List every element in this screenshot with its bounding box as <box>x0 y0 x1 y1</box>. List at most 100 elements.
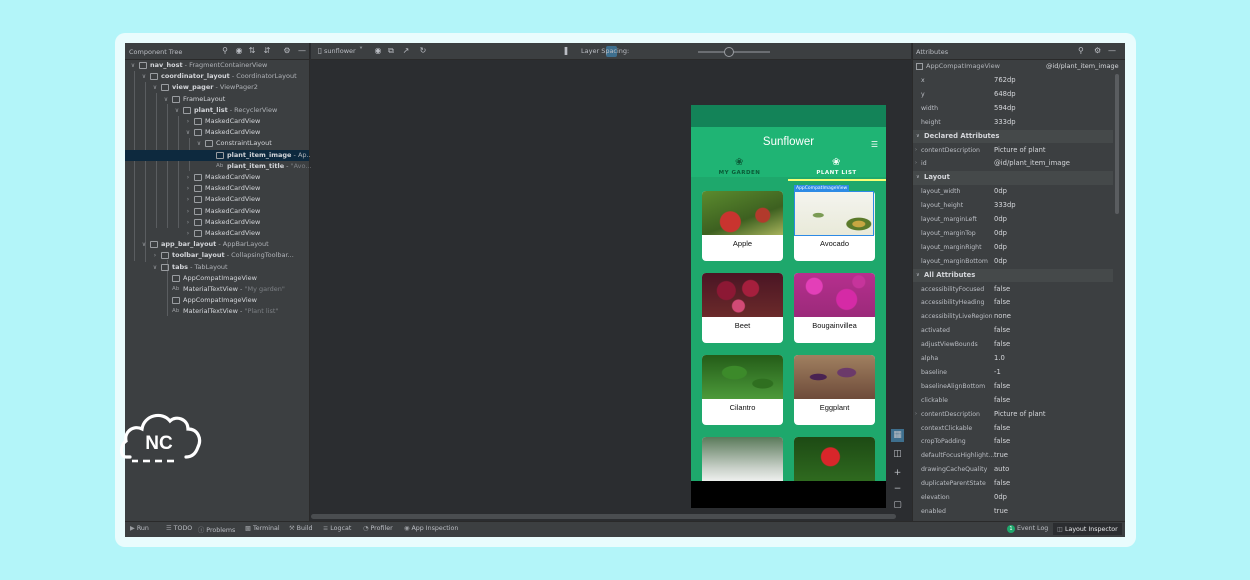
chevron-right-icon[interactable]: › <box>184 116 192 127</box>
expand-all-icon[interactable]: ⇅ <box>247 46 257 56</box>
attribute-row[interactable]: activated false <box>913 324 1113 338</box>
attribute-value[interactable]: false <box>994 324 1010 338</box>
attribute-row[interactable]: alpha 1.0 <box>913 352 1113 366</box>
attribute-value[interactable]: 0dp <box>994 491 1007 505</box>
chevron-down-icon[interactable]: ∨ <box>162 94 170 105</box>
chevron-down-icon[interactable]: ∨ <box>151 82 159 93</box>
attribute-row[interactable]: accessibilityLiveRegion none <box>913 310 1113 324</box>
tree-node[interactable]: › MaskedCardView <box>125 116 309 127</box>
attribute-row[interactable]: x 762dp <box>913 74 1113 88</box>
logcat-tab[interactable]: ≡ Logcat <box>323 525 351 532</box>
tree-node[interactable]: ∨ ConstraintLayout <box>125 138 309 149</box>
attribute-value[interactable]: none <box>994 310 1011 324</box>
tree-node[interactable]: › MaskedCardView <box>125 217 309 228</box>
attribute-value[interactable]: 1.0 <box>994 352 1005 366</box>
chevron-down-icon[interactable]: ˅ <box>356 46 366 56</box>
export-icon[interactable]: ↗ <box>401 46 411 56</box>
attribute-row[interactable]: › contentDescription Picture of plant <box>913 144 1113 158</box>
build-tab[interactable]: ⚒ Build <box>289 525 312 532</box>
tree-node[interactable]: ∨ app_bar_layout - AppBarLayout <box>125 239 309 250</box>
attribute-row[interactable]: height 333dp <box>913 116 1113 130</box>
run-tab[interactable]: ▶ Run <box>130 525 149 532</box>
chevron-down-icon[interactable]: ∨ <box>129 60 137 71</box>
attribute-row[interactable]: clickable false <box>913 394 1113 408</box>
attribute-value[interactable]: Picture of plant <box>994 144 1046 158</box>
attribute-value[interactable]: false <box>994 338 1010 352</box>
gear-icon[interactable]: ⚙ <box>282 46 292 56</box>
tree-node[interactable]: › MaskedCardView <box>125 183 309 194</box>
3d-view-icon[interactable]: ◫ <box>891 448 904 461</box>
layer-spacing-slider[interactable] <box>698 51 770 53</box>
chevron-right-icon[interactable]: › <box>915 144 917 158</box>
tree-node[interactable]: ∨ coordinator_layout - CoordinatorLayout <box>125 71 309 82</box>
terminal-tab[interactable]: ▩ Terminal <box>245 525 280 532</box>
problems-tab[interactable]: ⓘ Problems <box>198 525 235 534</box>
chevron-down-icon[interactable]: ∨ <box>916 171 920 185</box>
attribute-value[interactable]: 333dp <box>994 116 1016 130</box>
search-icon[interactable]: ⚲ <box>1078 46 1084 55</box>
chevron-right-icon[interactable]: › <box>151 250 159 261</box>
attribute-value[interactable]: 0dp <box>994 255 1007 269</box>
chevron-down-icon[interactable]: ∨ <box>195 138 203 149</box>
chevron-right-icon[interactable]: › <box>184 206 192 217</box>
todo-tab[interactable]: ☰ TODO <box>166 525 192 532</box>
attribute-value[interactable]: 0dp <box>994 185 1007 199</box>
pause-icon[interactable]: ❚ <box>561 46 571 56</box>
attribute-row[interactable]: layout_marginBottom 0dp <box>913 255 1113 269</box>
attribute-row[interactable]: y 648dp <box>913 88 1113 102</box>
eye-icon[interactable]: ◉ <box>373 46 383 56</box>
tree-node[interactable]: ∨ FrameLayout <box>125 94 309 105</box>
attribute-row[interactable]: width 594dp <box>913 102 1113 116</box>
snapshot-icon[interactable]: ⧉ <box>386 46 396 56</box>
eye-icon[interactable]: ◉ <box>234 46 244 56</box>
gear-icon[interactable]: ⚙ <box>1094 46 1101 55</box>
device-selector[interactable]: sunflower <box>324 47 356 55</box>
tree-node[interactable]: ∨ tabs - TabLayout <box>125 262 309 273</box>
chevron-right-icon[interactable]: › <box>915 157 917 171</box>
attribute-value[interactable]: Picture of plant <box>994 408 1046 422</box>
attribute-row[interactable]: cropToPadding false <box>913 435 1113 449</box>
attribute-value[interactable]: false <box>994 422 1010 436</box>
attribute-value[interactable]: auto <box>994 463 1009 477</box>
attribute-row[interactable]: layout_marginLeft 0dp <box>913 213 1113 227</box>
attribute-row[interactable]: layout_marginTop 0dp <box>913 227 1113 241</box>
chevron-down-icon[interactable]: ∨ <box>916 130 920 144</box>
horizontal-scrollbar[interactable] <box>311 514 896 519</box>
search-icon[interactable]: ⚲ <box>220 46 230 56</box>
zoom-out-icon[interactable]: − <box>891 483 904 496</box>
plant-card[interactable]: Apple <box>702 191 783 261</box>
tab-plant-list[interactable]: ❀ PLANT LIST <box>788 155 885 181</box>
attribute-row[interactable]: duplicateParentState false <box>913 477 1113 491</box>
chevron-right-icon[interactable]: › <box>184 217 192 228</box>
attribute-row[interactable]: adjustViewBounds false <box>913 338 1113 352</box>
tree-node[interactable]: ∨ view_pager - ViewPager2 <box>125 82 309 93</box>
tree-node[interactable]: Ab plant_item_title - "Avo... <box>125 161 312 172</box>
attribute-value[interactable]: 594dp <box>994 102 1016 116</box>
attribute-value[interactable]: true <box>994 449 1008 463</box>
attribute-row[interactable]: layout_height 333dp <box>913 199 1113 213</box>
device-canvas[interactable]: Sunflower ☰ ❀ MY GARDEN ❀ PLANT LIST App… <box>311 61 911 521</box>
attribute-value[interactable]: false <box>994 296 1010 310</box>
attribute-row[interactable]: › contentDescription Picture of plant <box>913 408 1113 422</box>
tree-node[interactable]: ∨ nav_host - FragmentContainerView <box>125 60 309 71</box>
attribute-section[interactable]: ∨ All Attributes <box>913 268 1113 283</box>
attribute-value[interactable]: 648dp <box>994 88 1016 102</box>
attribute-row[interactable]: accessibilityFocused false <box>913 283 1113 297</box>
attribute-row[interactable]: elevation 0dp <box>913 491 1113 505</box>
fit-screen-icon[interactable]: ▢ <box>891 499 904 512</box>
chevron-down-icon[interactable]: ∨ <box>140 71 148 82</box>
chevron-right-icon[interactable]: › <box>184 194 192 205</box>
tree-node[interactable]: › toolbar_layout - CollapsingToolbar... <box>125 250 309 261</box>
minimize-icon[interactable]: — <box>297 46 307 56</box>
chevron-right-icon[interactable]: › <box>184 183 192 194</box>
tree-node[interactable]: Ab MaterialTextView - "Plant list" <box>125 306 309 317</box>
filter-icon[interactable]: ☰ <box>871 140 878 149</box>
attribute-row[interactable]: layout_marginRight 0dp <box>913 241 1113 255</box>
attribute-row[interactable]: baseline -1 <box>913 366 1113 380</box>
tree-node[interactable]: › MaskedCardView <box>125 172 309 183</box>
attribute-value[interactable]: 0dp <box>994 227 1007 241</box>
minimize-icon[interactable]: — <box>1108 46 1116 55</box>
attribute-row[interactable]: defaultFocusHighlight... true <box>913 449 1113 463</box>
attribute-value[interactable]: false <box>994 283 1010 297</box>
chevron-down-icon[interactable]: ∨ <box>151 262 159 273</box>
